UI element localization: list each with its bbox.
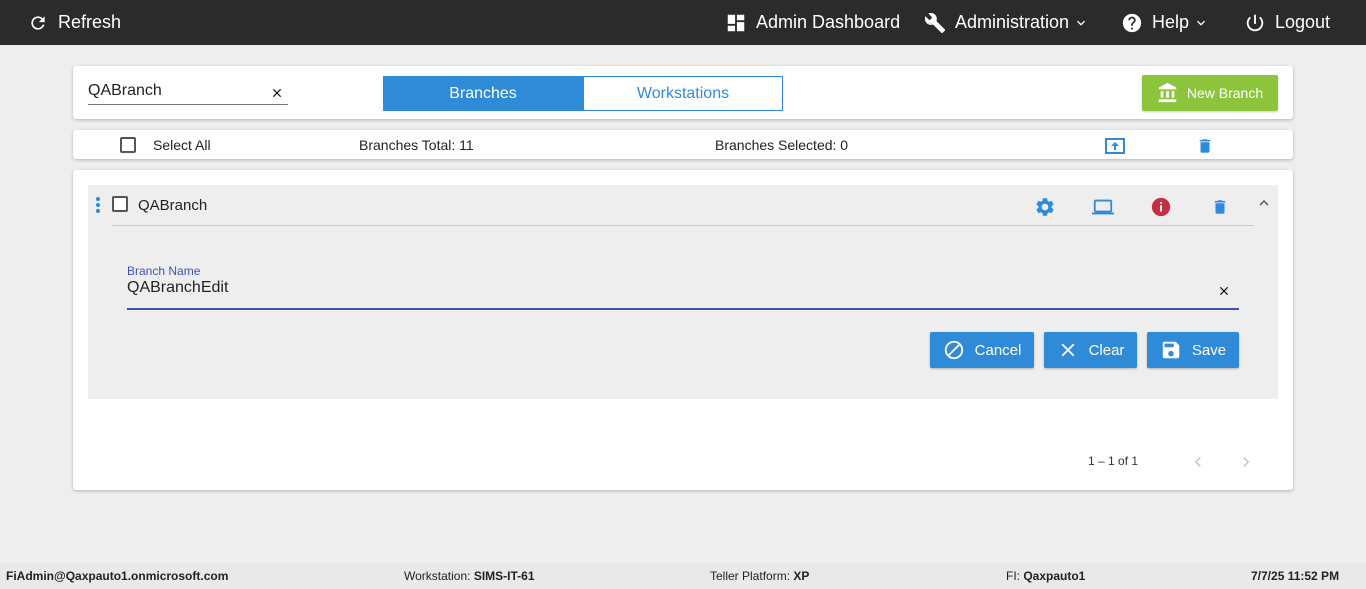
floppy-disk-icon <box>1162 341 1180 359</box>
footer-workstation: Workstation: SIMS-IT-61 <box>404 569 535 583</box>
logout-button[interactable]: Logout <box>1243 0 1330 45</box>
select-all-label: Select All <box>153 137 211 153</box>
help-label: Help <box>1152 12 1190 32</box>
panel-divider <box>112 225 1254 226</box>
tab-branches[interactable]: Branches <box>383 76 583 111</box>
clear-search-icon[interactable] <box>270 86 284 100</box>
info-button[interactable] <box>1149 195 1173 219</box>
chevron-down-icon <box>1073 15 1089 31</box>
wrench-icon <box>923 11 947 35</box>
laptop-icon <box>1092 199 1114 215</box>
footer-fi: FI: Qaxpauto1 <box>1006 569 1086 583</box>
trash-icon <box>1214 200 1226 214</box>
cancel-icon <box>944 340 963 360</box>
admin-dashboard-label: Admin Dashboard <box>756 12 901 32</box>
paginator-range: 1 – 1 of 1 <box>1088 454 1139 468</box>
selection-summary-bar: Select All Branches Total: 11 Branches S… <box>73 130 1293 159</box>
branch-expansion-panel: QABranch Branch Name Cancel Clear <box>88 185 1278 399</box>
cancel-button[interactable]: Cancel <box>930 332 1034 368</box>
branches-selected-label: Branches Selected: 0 <box>715 137 849 153</box>
branch-name-input[interactable] <box>127 277 1187 299</box>
delete-branch-button[interactable] <box>1210 195 1230 219</box>
previous-page-button[interactable] <box>1186 450 1210 474</box>
chevron-down-icon <box>1193 15 1209 31</box>
footer-user: FiAdmin@Qaxpauto1.onmicrosoft.com <box>6 569 229 583</box>
dashboard-icon <box>724 11 748 35</box>
footer-fi-value: Qaxpauto1 <box>1023 569 1086 583</box>
branch-list-card: QABranch Branch Name Cancel Clear <box>73 170 1293 490</box>
clear-button[interactable]: Clear <box>1044 332 1137 368</box>
footer-workstation-value: SIMS-IT-61 <box>473 569 535 583</box>
branch-name-field-underline <box>127 308 1239 310</box>
branch-checkbox[interactable] <box>112 196 128 212</box>
tab-workstations-label: Workstations <box>636 84 730 102</box>
administration-label: Administration <box>955 12 1070 32</box>
search-toolbar-card: Branches Workstations New Branch <box>73 66 1293 119</box>
refresh-icon <box>26 11 50 35</box>
chevron-left-icon <box>1194 457 1201 467</box>
delete-selected-button[interactable] <box>1195 135 1215 157</box>
upload-icon <box>1105 138 1125 154</box>
clear-field-icon[interactable] <box>1217 284 1231 298</box>
help-menu-button[interactable]: Help <box>1120 0 1209 45</box>
cancel-label: Cancel <box>974 341 1022 359</box>
refresh-label: Refresh <box>58 12 122 32</box>
search-input[interactable] <box>88 80 258 102</box>
new-branch-label: New Branch <box>1186 85 1264 101</box>
footer-platform-value: XP <box>793 569 810 583</box>
new-branch-button[interactable]: New Branch <box>1142 75 1278 111</box>
footer-platform: Teller Platform: XP <box>710 569 810 583</box>
admin-dashboard-button[interactable]: Admin Dashboard <box>724 0 900 45</box>
refresh-button[interactable]: Refresh <box>26 0 121 45</box>
tab-workstations[interactable]: Workstations <box>583 76 783 111</box>
branch-name-field-label: Branch Name <box>127 264 201 278</box>
footer-datetime: 7/7/25 11:52 PM <box>1251 569 1340 583</box>
logout-label: Logout <box>1275 12 1331 32</box>
select-all-checkbox[interactable] <box>120 137 136 153</box>
branch-name-title: QABranch <box>138 197 208 214</box>
power-icon <box>1243 11 1267 35</box>
settings-button[interactable] <box>1033 195 1057 219</box>
next-page-button[interactable] <box>1234 450 1258 474</box>
workstations-button[interactable] <box>1090 195 1116 219</box>
close-icon <box>1061 343 1074 357</box>
trash-icon <box>1199 139 1211 153</box>
info-icon <box>1151 197 1171 217</box>
save-label: Save <box>1191 341 1227 359</box>
status-footer: FiAdmin@Qaxpauto1.onmicrosoft.com Workst… <box>0 563 1366 589</box>
top-navigation-bar: Refresh Admin Dashboard Administration H… <box>0 0 1366 45</box>
clear-label: Clear <box>1088 341 1125 359</box>
bank-icon <box>1158 82 1177 103</box>
drag-handle-icon[interactable] <box>94 195 102 215</box>
administration-menu-button[interactable]: Administration <box>923 0 1089 45</box>
chevron-right-icon <box>1243 457 1250 467</box>
help-icon <box>1120 11 1144 35</box>
gear-icon <box>1036 198 1054 216</box>
collapse-panel-button[interactable] <box>1254 193 1274 213</box>
chevron-up-icon <box>1259 200 1269 206</box>
search-field <box>88 80 288 105</box>
branches-total-label: Branches Total: 11 <box>359 137 474 153</box>
upload-button[interactable] <box>1103 135 1127 157</box>
save-button[interactable]: Save <box>1147 332 1239 368</box>
tab-branches-label: Branches <box>449 84 517 102</box>
